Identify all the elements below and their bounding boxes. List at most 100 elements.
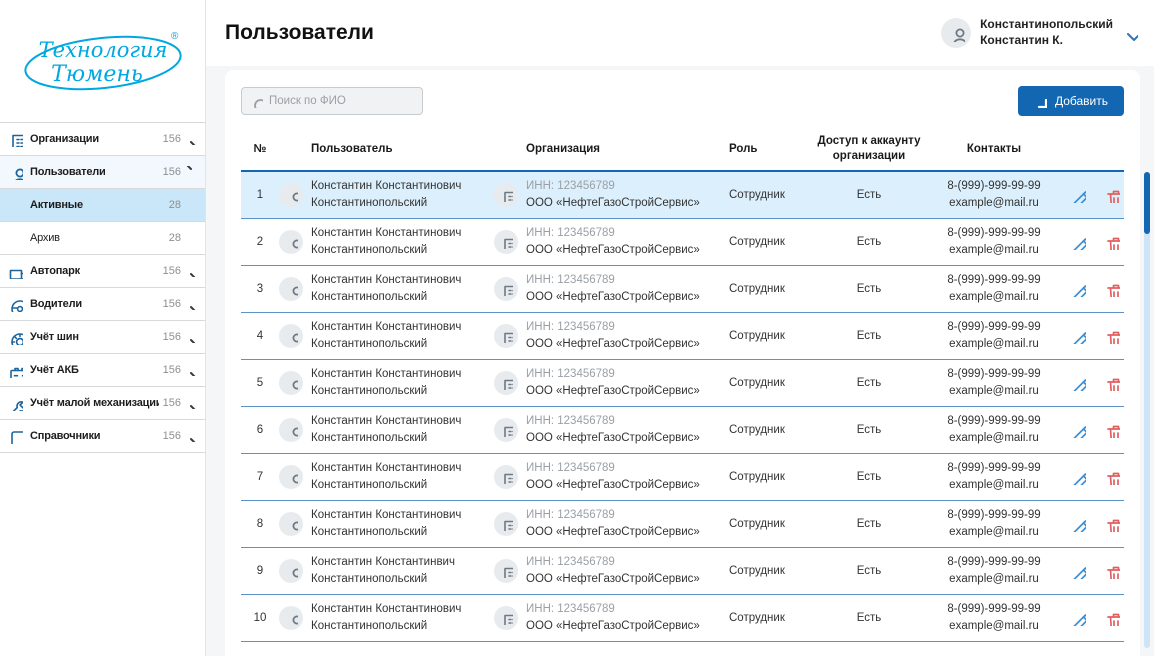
chevron-down-icon — [1127, 33, 1138, 41]
organization-icon — [494, 606, 518, 630]
sidebar-item-fleet[interactable]: Автопарк 156 — [0, 255, 205, 288]
organization-inn: ИНН: 123456789 — [526, 274, 615, 287]
edit-button[interactable] — [1070, 234, 1086, 250]
organization-inn: ИНН: 123456789 — [526, 462, 615, 475]
actions-cell — [1059, 469, 1124, 485]
organization-icon — [494, 559, 518, 583]
trash-icon — [1107, 425, 1120, 438]
role-cell: Сотрудник — [729, 424, 785, 436]
edit-button[interactable] — [1070, 516, 1086, 532]
row-number: 5 — [256, 377, 264, 389]
table-row[interactable]: 5 Константин Константинович Константиноп… — [241, 360, 1124, 407]
email: example@mail.ru — [949, 573, 1039, 585]
sidebar-subitem-label: Активные — [30, 199, 83, 211]
organization-icon — [494, 324, 518, 348]
user-avatar-icon — [279, 324, 303, 348]
sidebar-item-tires[interactable]: Учёт шин 156 — [0, 321, 205, 354]
delete-button[interactable] — [1104, 610, 1120, 626]
organization-name: ООО «НефтеГазоСтройСервис» — [526, 620, 700, 632]
building-icon — [10, 134, 23, 147]
role-cell: Сотрудник — [729, 612, 785, 624]
user-name-line1: Константин Константинович — [311, 603, 462, 616]
search-box[interactable] — [241, 87, 423, 115]
user-name-line2: Константинопольский — [311, 244, 428, 256]
edit-button[interactable] — [1070, 422, 1086, 438]
role-cell: Сотрудник — [729, 471, 785, 483]
sidebar-item-label: Справочники — [30, 430, 101, 442]
organization-cell: ИНН: 123456789 ООО «НефтеГазоСтройСервис… — [494, 460, 729, 493]
contacts-cell: 8-(999)-999-99-99 example@mail.ru — [929, 601, 1059, 634]
delete-button[interactable] — [1104, 234, 1120, 250]
access-cell: Есть — [856, 377, 882, 389]
table-row[interactable]: 6 Константин Константинович Константиноп… — [241, 407, 1124, 454]
sidebar-item-batteries[interactable]: Учёт АКБ 156 — [0, 354, 205, 387]
table-row[interactable]: 1 Константин Константинович Константиноп… — [241, 172, 1124, 219]
delete-button[interactable] — [1104, 187, 1120, 203]
table-row[interactable]: 2 Константин Константинович Константиноп… — [241, 219, 1124, 266]
table-row[interactable]: 4 Константин Константинович Константиноп… — [241, 313, 1124, 360]
scrollbar-track — [1144, 172, 1150, 648]
registered-mark: ® — [171, 31, 179, 42]
edit-button[interactable] — [1070, 610, 1086, 626]
pencil-icon — [1073, 520, 1086, 532]
sidebar-item-label: Учёт малой механизации — [30, 397, 159, 409]
brand-logo-image: Технология Тюмень ® — [23, 31, 182, 91]
organization-name: ООО «НефтеГазоСтройСервис» — [526, 432, 700, 444]
table-row[interactable]: 10 Константин Константинович Константино… — [241, 595, 1124, 642]
organization-name: ООО «НефтеГазоСтройСервис» — [526, 573, 700, 585]
access-cell: Есть — [856, 565, 882, 577]
delete-button[interactable] — [1104, 422, 1120, 438]
column-contacts: Контакты — [966, 142, 1022, 155]
sidebar-subitem-active-users[interactable]: Активные 28 — [0, 189, 205, 222]
user-avatar-icon — [279, 183, 303, 207]
organization-inn: ИНН: 123456789 — [526, 368, 615, 381]
phone: 8-(999)-999-99-99 — [947, 321, 1041, 334]
organization-name: ООО «НефтеГазоСтройСервис» — [526, 197, 700, 209]
user-name-line2: Константинопольский — [311, 432, 428, 444]
add-button[interactable]: Добавить — [1017, 86, 1124, 116]
delete-button[interactable] — [1104, 281, 1120, 297]
user-name-line2: Константинопольский — [311, 526, 428, 538]
delete-button[interactable] — [1104, 469, 1120, 485]
edit-button[interactable] — [1070, 328, 1086, 344]
edit-button[interactable] — [1070, 281, 1086, 297]
delete-button[interactable] — [1104, 375, 1120, 391]
sidebar-item-drivers[interactable]: Водители 156 — [0, 288, 205, 321]
user-cell: Константин Константинвич Константинополь… — [279, 554, 494, 587]
user-cell: Константин Константинович Константинопол… — [279, 413, 494, 446]
search-input[interactable] — [269, 95, 414, 107]
delete-button[interactable] — [1104, 516, 1120, 532]
sidebar-item-users[interactable]: Пользователи 156 — [0, 156, 205, 189]
user-avatar — [941, 18, 972, 48]
organization-icon — [494, 418, 518, 442]
table-body: 1 Константин Константинович Константиноп… — [241, 172, 1124, 642]
sidebar-subitem-archive[interactable]: Архив 28 — [0, 222, 205, 255]
user-avatar-icon — [279, 277, 303, 301]
scrollbar-thumb[interactable] — [1144, 172, 1150, 234]
sidebar-item-small-mechanization[interactable]: Учёт малой механизации 156 — [0, 387, 205, 420]
table-row[interactable]: 3 Константин Константинович Константиноп… — [241, 266, 1124, 313]
sidebar-item-organizations[interactable]: Организации 156 — [0, 123, 205, 156]
truck-icon — [9, 269, 23, 279]
user-name: Константинопольский Константин К. — [980, 17, 1113, 48]
tire-icon — [11, 332, 23, 345]
edit-button[interactable] — [1070, 375, 1086, 391]
table-row[interactable]: 7 Константин Константинович Константиноп… — [241, 454, 1124, 501]
edit-button[interactable] — [1070, 187, 1086, 203]
access-cell: Есть — [856, 471, 882, 483]
user-name-line1: Константин Константинвич — [311, 556, 455, 569]
delete-button[interactable] — [1104, 563, 1120, 579]
sidebar-item-label: Автопарк — [30, 265, 80, 277]
sidebar-item-directories[interactable]: Справочники 156 — [0, 420, 205, 453]
user-menu[interactable]: Константинопольский Константин К. — [941, 17, 1138, 48]
row-number: 4 — [256, 330, 264, 342]
table-row[interactable]: 8 Константин Константинович Константиноп… — [241, 501, 1124, 548]
delete-button[interactable] — [1104, 328, 1120, 344]
edit-button[interactable] — [1070, 563, 1086, 579]
organization-cell: ИНН: 123456789 ООО «НефтеГазоСтройСервис… — [494, 178, 729, 211]
actions-cell — [1059, 375, 1124, 391]
table-row[interactable]: 9 Константин Константинвич Константинопо… — [241, 548, 1124, 595]
pencil-icon — [1073, 567, 1086, 579]
row-number: 9 — [256, 565, 264, 577]
edit-button[interactable] — [1070, 469, 1086, 485]
